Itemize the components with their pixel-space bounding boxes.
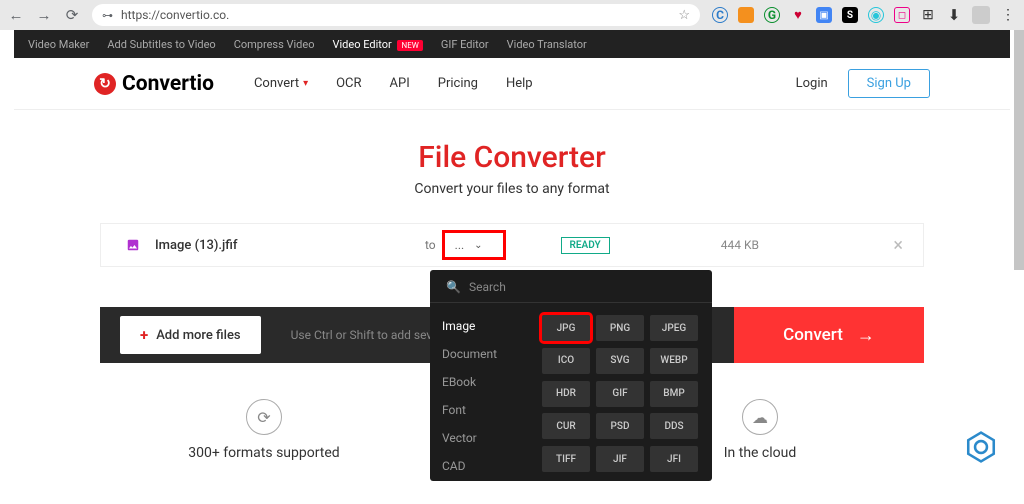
main-header: ↻ Convertio Convert▾ OCR API Pricing Hel… — [14, 58, 1010, 110]
plus-icon: + — [140, 326, 148, 344]
logo-icon: ↻ — [94, 73, 116, 95]
brand-name: Convertio — [122, 72, 214, 96]
remove-file-button[interactable]: × — [893, 235, 903, 256]
signup-button[interactable]: Sign Up — [848, 69, 930, 98]
arrow-right-icon: → — [857, 325, 875, 346]
search-icon: 🔍 — [446, 280, 461, 294]
extension-icon-8[interactable]: ◻ — [894, 7, 910, 23]
format-psd[interactable]: PSD — [596, 413, 644, 439]
extension-icons: C G ♥ ▣ S ◉ ◻ ⊞ ⬇ ⋮ — [712, 6, 1016, 24]
nav-add-subtitles[interactable]: Add Subtitles to Video — [107, 38, 215, 51]
reload-button[interactable]: ⟳ — [64, 7, 80, 23]
nav-help[interactable]: Help — [506, 76, 533, 91]
feature-formats: ⟳ 300+ formats supported — [164, 399, 364, 461]
selected-format: ... — [455, 238, 465, 252]
to-label: to — [425, 238, 436, 252]
address-bar[interactable]: ⊶ https://convertio.co. ☆ — [92, 4, 700, 26]
format-selector[interactable]: ... ⌄ — [442, 230, 506, 260]
chevron-down-icon: ⌄ — [474, 240, 482, 251]
format-dds[interactable]: DDS — [650, 413, 698, 439]
nav-video-maker[interactable]: Video Maker — [28, 38, 89, 51]
format-jpeg[interactable]: JPEG — [650, 315, 698, 341]
site-info-icon: ⊶ — [102, 9, 113, 22]
bookmark-star-icon[interactable]: ☆ — [678, 8, 690, 23]
browser-chrome: ← → ⟳ ⊶ https://convertio.co. ☆ C G ♥ ▣ … — [0, 0, 1024, 30]
category-image[interactable]: Image — [442, 319, 542, 333]
file-size: 444 KB — [721, 238, 759, 252]
category-ebook[interactable]: EBook — [442, 375, 542, 389]
status-badge: READY — [561, 237, 610, 254]
nav-video-translator[interactable]: Video Translator — [507, 38, 587, 51]
extension-icon-7[interactable]: ◉ — [868, 7, 884, 23]
format-dropdown: 🔍 Search Image Document EBook Font Vecto… — [430, 270, 712, 481]
support-widget[interactable] — [964, 430, 998, 464]
format-jpg[interactable]: JPG — [542, 315, 590, 341]
extensions-puzzle-icon[interactable]: ⊞ — [920, 7, 936, 23]
format-cur[interactable]: CUR — [542, 413, 590, 439]
url-text: https://convertio.co. — [121, 8, 229, 22]
cloud-upload-icon: ☁ — [742, 399, 778, 435]
convert-button[interactable]: Convert → — [734, 307, 924, 363]
format-png[interactable]: PNG — [596, 315, 644, 341]
chevron-down-icon: ▾ — [303, 78, 308, 89]
primary-nav: Convert▾ OCR API Pricing Help — [254, 76, 533, 91]
nav-video-editor[interactable]: Video Editor — [333, 38, 392, 51]
extension-icon-6[interactable]: S — [842, 7, 858, 23]
profile-avatar[interactable] — [972, 6, 990, 24]
extension-icon-2[interactable] — [738, 7, 754, 23]
format-gif[interactable]: GIF — [596, 381, 644, 407]
nav-pricing[interactable]: Pricing — [438, 76, 478, 91]
forward-button[interactable]: → — [36, 7, 52, 23]
nav-api[interactable]: API — [390, 76, 410, 91]
format-svg[interactable]: SVG — [596, 348, 644, 374]
back-button[interactable]: ← — [8, 7, 24, 23]
extension-icon-3[interactable]: G — [764, 7, 780, 23]
category-list: Image Document EBook Font Vector CAD — [442, 315, 542, 473]
downloads-icon[interactable]: ⬇ — [946, 7, 962, 23]
page-subtitle: Convert your files to any format — [100, 181, 924, 197]
login-link[interactable]: Login — [796, 76, 828, 91]
auth-area: Login Sign Up — [796, 69, 930, 98]
nav-gif-editor[interactable]: GIF Editor — [441, 38, 489, 51]
refresh-icon: ⟳ — [246, 399, 282, 435]
extension-icon-4[interactable]: ♥ — [790, 7, 806, 23]
new-badge: NEW — [397, 40, 422, 51]
format-bmp[interactable]: BMP — [650, 381, 698, 407]
nav-compress-video[interactable]: Compress Video — [234, 38, 315, 51]
filename: Image (13).jfif — [155, 238, 425, 253]
dropdown-search[interactable]: 🔍 Search — [430, 270, 712, 303]
format-tiff[interactable]: TIFF — [542, 446, 590, 472]
format-hdr[interactable]: HDR — [542, 381, 590, 407]
chrome-menu-icon[interactable]: ⋮ — [1000, 7, 1016, 23]
logo[interactable]: ↻ Convertio — [94, 72, 214, 96]
nav-ocr[interactable]: OCR — [336, 76, 361, 91]
extension-icon-1[interactable]: C — [712, 7, 728, 23]
category-document[interactable]: Document — [442, 347, 542, 361]
page-title: File Converter — [100, 140, 924, 175]
scrollbar[interactable] — [1014, 30, 1024, 270]
format-webp[interactable]: WEBP — [650, 348, 698, 374]
category-cad[interactable]: CAD — [442, 459, 542, 473]
add-more-files-button[interactable]: + Add more files — [120, 316, 261, 354]
category-vector[interactable]: Vector — [442, 431, 542, 445]
category-font[interactable]: Font — [442, 403, 542, 417]
format-jif[interactable]: JIF — [596, 446, 644, 472]
file-row: Image (13).jfif to ... ⌄ READY 444 KB × — [100, 223, 924, 267]
extension-icon-5[interactable]: ▣ — [816, 7, 832, 23]
secondary-nav: Video Maker Add Subtitles to Video Compr… — [14, 30, 1010, 58]
format-grid: JPG PNG JPEG ICO SVG WEBP HDR GIF BMP CU… — [542, 315, 698, 473]
file-type-icon — [125, 237, 141, 253]
search-placeholder: Search — [469, 280, 506, 294]
format-jfi[interactable]: JFI — [650, 446, 698, 472]
nav-convert[interactable]: Convert▾ — [254, 76, 308, 91]
format-ico[interactable]: ICO — [542, 348, 590, 374]
